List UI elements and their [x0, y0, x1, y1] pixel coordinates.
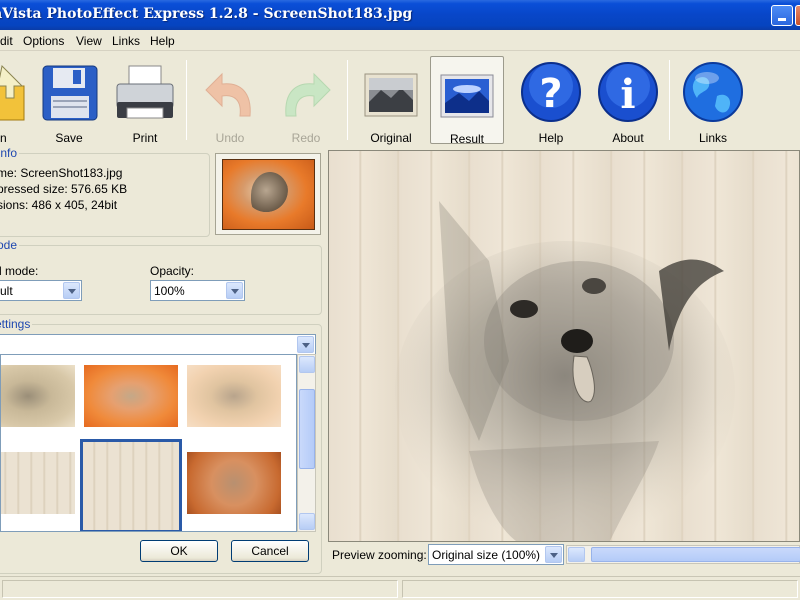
toolbar: n Save Print Undo Redo Original Result ?… [0, 52, 800, 148]
print-label: Print [132, 131, 158, 145]
save-button[interactable]: Save [32, 56, 106, 145]
result-photo-icon [440, 74, 494, 118]
original-thumbnail[interactable] [215, 153, 321, 235]
opacity-value: 100% [154, 284, 185, 298]
opacity-select[interactable]: 100% [150, 280, 245, 301]
menu-edit[interactable]: dit [0, 34, 13, 48]
opacity-label: Opacity: [150, 264, 195, 278]
globe-icon [683, 62, 743, 122]
title-bar[interactable]: nVista PhotoEffect Express 1.2.8 - Scree… [0, 0, 800, 30]
blend-mode-label: l mode: [0, 264, 39, 278]
menu-links[interactable]: Links [112, 34, 140, 48]
zoom-select[interactable]: Original size (100%) [428, 544, 564, 565]
about-label: About [612, 131, 644, 145]
image-info-group: e Info me: ScreenShot183.jpg pressed siz… [0, 146, 210, 237]
toolbar-separator [669, 60, 670, 140]
dimensions-text: sions: 486 x 405, 24bit [0, 198, 118, 212]
open-folder-icon [0, 64, 25, 121]
effect-thumbnail[interactable] [187, 452, 281, 514]
effect-thumbnail[interactable] [187, 365, 281, 427]
printer-icon [116, 65, 174, 119]
ok-button[interactable]: OK [140, 540, 218, 562]
effect-gallery [0, 354, 297, 532]
image-info-legend: e Info [0, 146, 20, 160]
blend-mode-value: ult [0, 284, 13, 298]
sketch-dog-image [395, 201, 735, 541]
effect-thumbnail-selected[interactable] [80, 439, 182, 531]
preview-zooming-label: Preview zooming: [332, 548, 427, 562]
minimize-button[interactable] [771, 5, 793, 26]
file-name-text: me: ScreenShot183.jpg [0, 166, 123, 180]
chevron-down-icon[interactable] [297, 336, 314, 353]
print-button[interactable]: Print [108, 56, 182, 145]
chevron-down-icon[interactable] [63, 282, 80, 299]
effect-thumbnail[interactable] [1, 452, 75, 514]
question-mark-icon: ? [521, 62, 581, 122]
original-photo-icon [364, 73, 418, 117]
toolbar-separator [186, 60, 187, 140]
svg-text:i: i [620, 71, 635, 118]
links-label: Links [698, 131, 727, 145]
scroll-thumb[interactable] [591, 547, 800, 562]
original-label: Original [370, 131, 412, 145]
undo-button[interactable]: Undo [193, 56, 267, 145]
effect-settings-legend: Settings [0, 317, 33, 331]
scroll-left-button[interactable] [568, 547, 585, 562]
mode-legend: Mode [0, 238, 20, 252]
zoom-value: Original size (100%) [432, 548, 541, 562]
blend-mode-select[interactable]: ult [0, 280, 82, 301]
result-button[interactable]: Result [430, 56, 504, 146]
links-button[interactable]: Links [676, 56, 750, 145]
help-label: Help [538, 131, 564, 145]
undo-arrow-icon [205, 72, 251, 117]
redo-label: Redo [291, 131, 321, 145]
redo-button[interactable]: Redo [269, 56, 343, 145]
file-size-text: pressed size: 576.65 KB [0, 182, 128, 196]
close-button[interactable] [795, 5, 800, 26]
status-cell [402, 580, 798, 598]
menu-bar: dit Options View Links Help [0, 30, 800, 51]
preview-canvas[interactable] [328, 150, 800, 542]
effect-thumbnail[interactable] [1, 365, 75, 427]
redo-arrow-icon [285, 72, 331, 117]
result-label: Result [449, 132, 484, 146]
status-cell [2, 580, 398, 598]
effect-thumbnail[interactable] [84, 365, 178, 427]
help-button[interactable]: ? Help [514, 56, 588, 145]
status-bar [0, 576, 800, 600]
original-button[interactable]: Original [354, 56, 428, 145]
window-title: nVista PhotoEffect Express 1.2.8 - Scree… [0, 6, 413, 22]
svg-text:?: ? [539, 71, 562, 117]
preview-hscrollbar[interactable] [566, 545, 800, 564]
preset-select[interactable] [0, 334, 316, 355]
info-icon: i [598, 62, 658, 122]
about-button[interactable]: i About [591, 56, 665, 145]
chevron-down-icon[interactable] [545, 546, 562, 563]
floppy-disk-icon [42, 65, 98, 121]
chevron-down-icon[interactable] [226, 282, 243, 299]
thumbnail-image [222, 159, 315, 230]
toolbar-separator [347, 60, 348, 140]
menu-options[interactable]: Options [23, 34, 64, 48]
save-label: Save [55, 131, 83, 145]
scroll-down-button[interactable] [299, 513, 315, 530]
scroll-up-button[interactable] [299, 356, 315, 373]
app-window: nVista PhotoEffect Express 1.2.8 - Scree… [0, 0, 800, 600]
scroll-thumb[interactable] [299, 389, 315, 469]
gallery-scrollbar[interactable] [297, 354, 316, 532]
undo-label: Undo [215, 131, 245, 145]
menu-view[interactable]: View [76, 34, 102, 48]
settings-panel: e Info me: ScreenShot183.jpg pressed siz… [0, 146, 326, 575]
menu-help[interactable]: Help [150, 34, 175, 48]
cancel-button[interactable]: Cancel [231, 540, 309, 562]
